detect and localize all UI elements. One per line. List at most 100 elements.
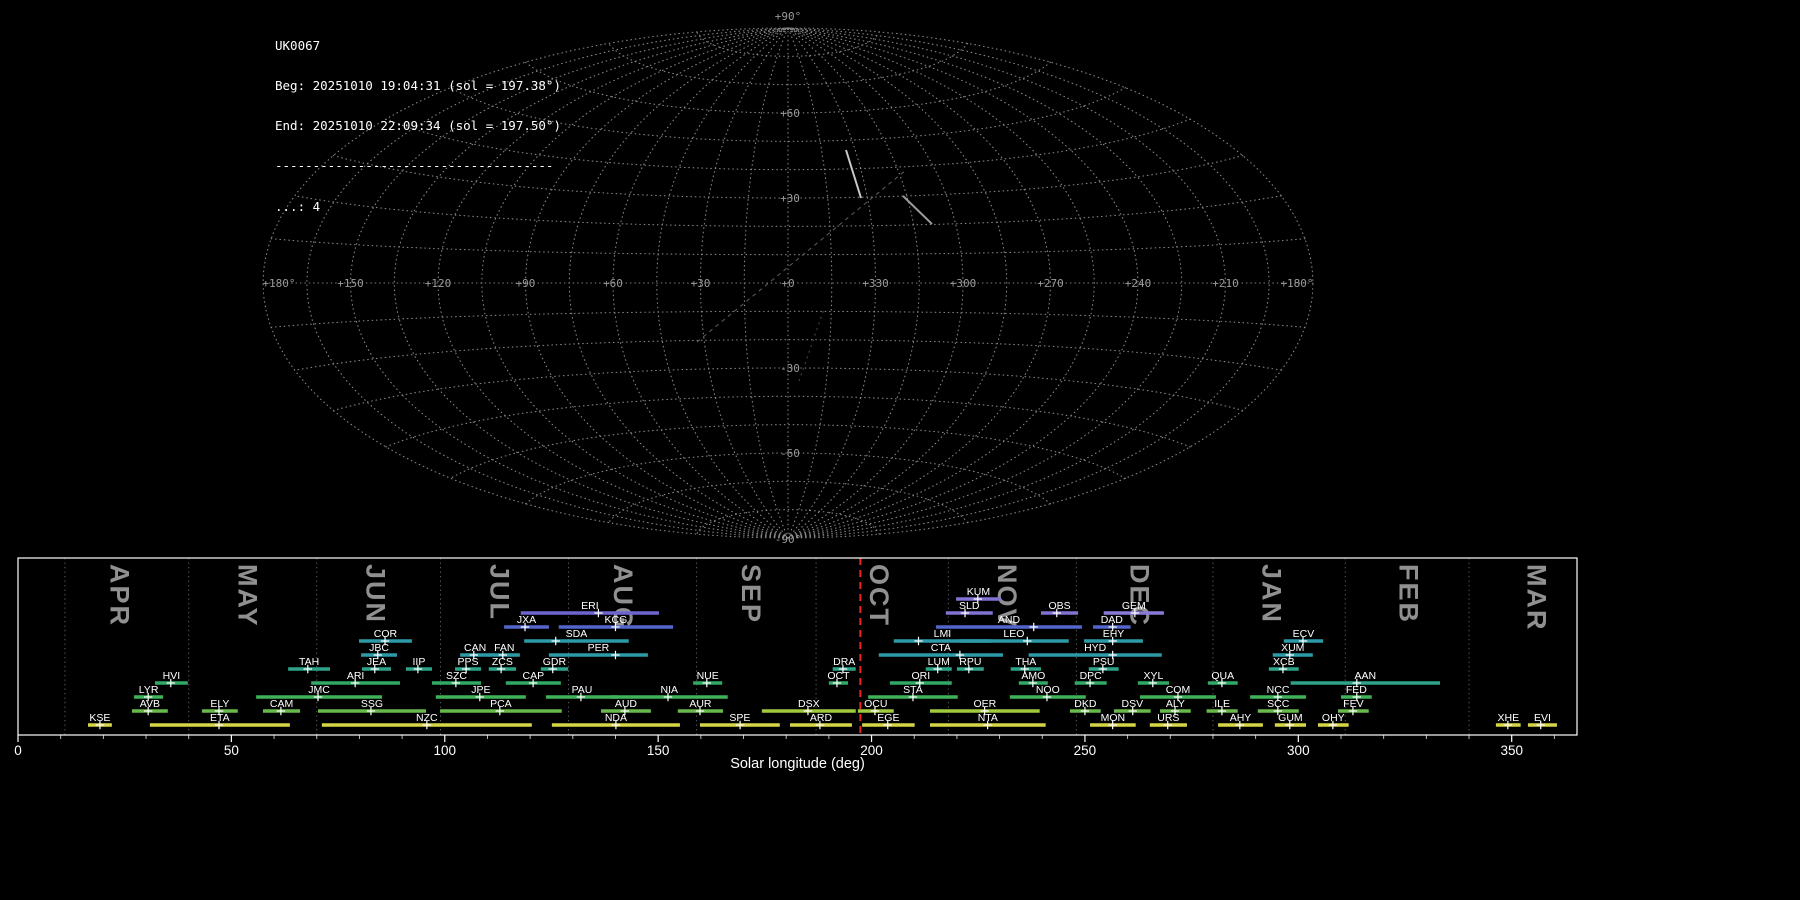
shower: AVB xyxy=(131,698,168,716)
shower-timeline-chart: APR MAY JUN JUL AUG SEP OCT NOV DEC JAN FEB MARKUME… xyxy=(14,557,1578,758)
shower-code-label: LMI xyxy=(934,628,952,640)
lat-label: -30 xyxy=(780,362,800,375)
month-label: APR xyxy=(104,564,134,627)
shower-code-label: EGE xyxy=(877,712,899,724)
shower-code-label: OBS xyxy=(1048,600,1070,612)
shower: SDA xyxy=(524,628,629,646)
meridian-line xyxy=(787,27,1052,539)
shower-code-label: RPU xyxy=(959,656,981,668)
shower-code-label: IIP xyxy=(413,656,426,668)
shower-code-label: SLD xyxy=(959,600,980,612)
shower-code-label: SPE xyxy=(729,712,750,724)
shower-code-label: XUM xyxy=(1281,642,1304,654)
lon-label: +0 xyxy=(781,277,794,290)
lon-label: +60 xyxy=(603,277,623,290)
shower-code-label: ARD xyxy=(810,712,833,724)
meteor-track xyxy=(902,195,933,225)
shower-code-label: URS xyxy=(1157,712,1179,724)
shower-code-label: AAN xyxy=(1355,670,1377,682)
shower: DKD xyxy=(1069,698,1101,716)
shower-code-label: ALY xyxy=(1166,698,1185,710)
shower-code-label: DAD xyxy=(1101,614,1124,626)
edge-label-right: +180° xyxy=(1280,277,1313,290)
lon-label: +90 xyxy=(516,277,536,290)
shower: URS xyxy=(1149,712,1187,730)
shower: KSE xyxy=(87,712,112,730)
meteor-count: ...: 4 xyxy=(275,198,321,214)
shower-code-label: NIA xyxy=(660,684,678,696)
shower-code-label: CAP xyxy=(523,670,545,682)
lon-label: +210 xyxy=(1212,277,1239,290)
pole-label-top: +90° xyxy=(775,10,802,23)
lon-label: +240 xyxy=(1125,277,1152,290)
shower-code-label: LUM xyxy=(928,656,950,668)
shower: OHY xyxy=(1317,712,1349,730)
shower-code-label: COM xyxy=(1166,684,1191,696)
shower-code-label: SZC xyxy=(446,670,467,682)
shower-code-label: PSU xyxy=(1093,656,1115,668)
begin-time: Beg: 20251010 19:04:31 (sol = 197.38°) xyxy=(275,78,561,94)
shower-code-label: ETA xyxy=(210,712,230,724)
shower-code-label: MON xyxy=(1101,712,1126,724)
sky-map: +90° -90° +180° +180° +0 +150 +120 +90 +60 +30 +33… xyxy=(262,10,1313,546)
shower-code-label: DSV xyxy=(1122,698,1144,710)
shower: OBS xyxy=(1040,600,1079,618)
shower: DSX xyxy=(761,698,856,716)
lon-label: +120 xyxy=(425,277,452,290)
shower-code-label: DKD xyxy=(1074,698,1097,710)
shower-code-label: DPC xyxy=(1080,670,1103,682)
lon-label: +270 xyxy=(1037,277,1064,290)
shower-code-label: OHY xyxy=(1322,712,1345,724)
shower-code-label: NUE xyxy=(697,670,719,682)
shower-code-label: DSX xyxy=(798,698,820,710)
lat-label: +60 xyxy=(780,107,800,120)
shower-code-label: NOO xyxy=(1036,684,1060,696)
shower-code-label: FED xyxy=(1346,684,1367,696)
shower: ZCS xyxy=(488,656,517,674)
shower-code-label: SDA xyxy=(566,628,588,640)
meteor-radiant-screen: +90° -90° +180° +180° +0 +150 +120 +90 +60 +30 +33… xyxy=(0,0,1800,900)
month-label: DEC xyxy=(1124,564,1154,627)
lon-label: +30 xyxy=(691,277,711,290)
shower: JEA xyxy=(361,656,391,674)
parallel-line xyxy=(524,452,1052,505)
shower: SLD xyxy=(945,600,993,618)
shower-code-label: ORI xyxy=(912,670,931,682)
lon-label: +330 xyxy=(862,277,889,290)
parallel-line xyxy=(524,61,1052,114)
shower: EVI xyxy=(1527,712,1557,730)
shower-code-label: JBC xyxy=(369,642,389,654)
shower-code-label: COR xyxy=(374,628,398,640)
meteor-track xyxy=(798,308,825,382)
parallel-line xyxy=(696,509,880,535)
shower: GDR xyxy=(540,656,569,674)
shower: NTA xyxy=(930,712,1046,730)
shower: NUE xyxy=(693,670,723,688)
shower: NDA xyxy=(551,712,680,730)
shower-code-label: DRA xyxy=(833,656,855,668)
shower: DPC xyxy=(1074,670,1107,688)
shower-code-label: JEA xyxy=(367,656,386,668)
parallel-line xyxy=(385,395,1191,448)
shower: AHY xyxy=(1218,712,1263,730)
shower: PAU xyxy=(545,684,619,702)
month-label: MAY xyxy=(232,564,262,628)
month-label: FEB xyxy=(1393,564,1423,624)
shower-code-label: OCU xyxy=(864,698,887,710)
shower: LEO xyxy=(959,628,1069,646)
shower: MON xyxy=(1090,712,1136,730)
shower-code-label: AUD xyxy=(615,698,638,710)
shower-code-label: HVI xyxy=(163,670,181,682)
shower: SSG xyxy=(318,698,426,716)
shower-code-label: FAN xyxy=(494,642,514,654)
shower: OCT xyxy=(827,670,850,688)
end-time: End: 20251010 22:09:34 (sol = 197.50°) xyxy=(275,118,561,134)
shower-code-label: CAM xyxy=(270,698,293,710)
shower-code-label: ECV xyxy=(1293,628,1315,640)
shower-code-label: NZC xyxy=(416,712,438,724)
separator-line: ------------------------------------- xyxy=(275,158,554,174)
shower-code-label: XYL xyxy=(1143,670,1163,682)
shower-code-label: KCG xyxy=(605,614,628,626)
month-label: JAN xyxy=(1257,564,1287,624)
shower-code-label: LEO xyxy=(1003,628,1024,640)
